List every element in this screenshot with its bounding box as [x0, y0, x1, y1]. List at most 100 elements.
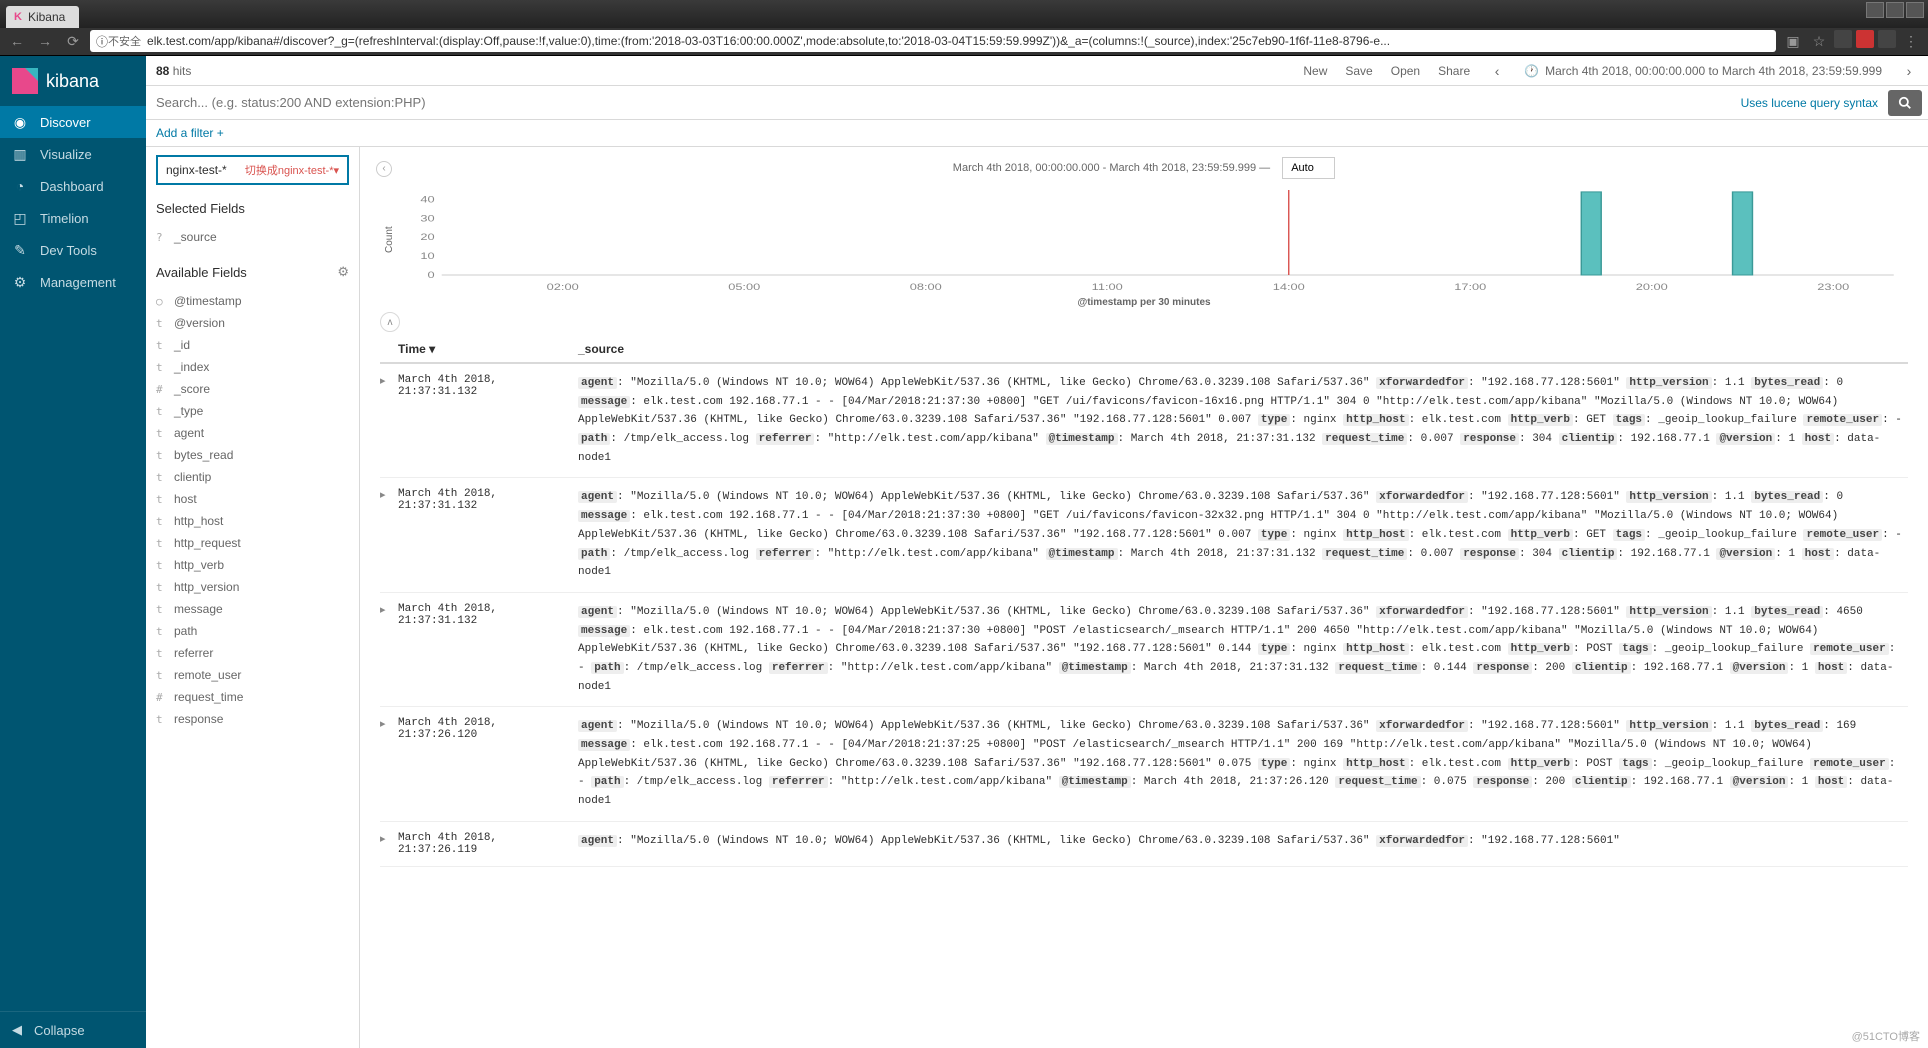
y-axis-label: Count: [380, 185, 399, 295]
col-time-header[interactable]: Time ▾: [398, 342, 578, 356]
col-source-header[interactable]: _source: [578, 342, 1908, 356]
field-_type[interactable]: t_type: [156, 400, 349, 422]
expand-row-icon[interactable]: ▸: [380, 603, 398, 696]
add-filter-button[interactable]: Add a filter +: [156, 126, 224, 140]
bookmark-icon[interactable]: ☆: [1808, 30, 1830, 52]
svg-text:23:00: 23:00: [1817, 283, 1849, 293]
sidebar-item-timelion[interactable]: ◰Timelion: [0, 202, 146, 234]
new-button[interactable]: New: [1303, 64, 1327, 78]
search-button[interactable]: [1888, 90, 1922, 116]
search-icon: [1898, 96, 1912, 110]
svg-text:17:00: 17:00: [1454, 283, 1486, 293]
open-button[interactable]: Open: [1391, 64, 1420, 78]
x-axis-label: @timestamp per 30 minutes: [380, 297, 1908, 308]
chart-time-range: March 4th 2018, 00:00:00.000 - March 4th…: [953, 162, 1270, 174]
field-_source[interactable]: ?_source: [156, 226, 349, 248]
svg-text:14:00: 14:00: [1273, 283, 1305, 293]
tab-favicon: K: [14, 11, 22, 23]
browser-tab[interactable]: K Kibana: [6, 6, 79, 28]
time-picker[interactable]: 🕐 March 4th 2018, 00:00:00.000 to March …: [1524, 64, 1882, 78]
lucene-hint[interactable]: Uses lucene query syntax: [1731, 96, 1888, 110]
field-http_verb[interactable]: thttp_verb: [156, 554, 349, 576]
svg-text:08:00: 08:00: [910, 283, 942, 293]
field-message[interactable]: tmessage: [156, 598, 349, 620]
svg-text:11:00: 11:00: [1092, 283, 1123, 293]
expand-row-icon[interactable]: ▸: [380, 374, 398, 467]
timelion-icon: ◰: [12, 210, 28, 226]
field-http_host[interactable]: thttp_host: [156, 510, 349, 532]
field-response[interactable]: tresponse: [156, 708, 349, 730]
hits-count: 88 hits: [156, 64, 191, 78]
sidebar-item-discover[interactable]: ◉Discover: [0, 106, 146, 138]
svg-text:10: 10: [420, 252, 434, 262]
interval-select[interactable]: Auto: [1282, 157, 1335, 179]
logo-text: kibana: [46, 71, 99, 92]
histogram-chart[interactable]: 01020304002:0005:0008:0011:0014:0017:002…: [399, 185, 1908, 295]
nav-forward-icon[interactable]: →: [34, 30, 56, 52]
search-row: Uses lucene query syntax: [146, 86, 1928, 120]
time-next-icon[interactable]: ›: [1900, 63, 1918, 79]
translate-icon[interactable]: ▣: [1782, 30, 1804, 52]
field-@timestamp[interactable]: ○@timestamp: [156, 290, 349, 312]
sidebar-item-management[interactable]: ⚙Management: [0, 266, 146, 298]
browser-chrome: K Kibana ← → ⟳ ⓘ 不安全 elk.test.com/app/ki…: [0, 0, 1928, 56]
window-controls: [1866, 2, 1924, 18]
field-_id[interactable]: t_id: [156, 334, 349, 356]
field-_index[interactable]: t_index: [156, 356, 349, 378]
sidebar-item-visualize[interactable]: ▥Visualize: [0, 138, 146, 170]
sidebar-item-dashboard[interactable]: ◔Dashboard: [0, 170, 146, 202]
field-panel: nginx-test-* 切换成nginx-test-*▾ ‹ Selected…: [146, 147, 360, 1048]
field-path[interactable]: tpath: [156, 620, 349, 642]
index-pattern-picker[interactable]: nginx-test-* 切换成nginx-test-*▾: [156, 155, 349, 185]
time-prev-icon[interactable]: ‹: [1488, 63, 1506, 79]
field-http_request[interactable]: thttp_request: [156, 532, 349, 554]
collapse-icon: ◀: [12, 1022, 22, 1038]
address-bar: ← → ⟳ ⓘ 不安全 elk.test.com/app/kibana#/dis…: [0, 28, 1928, 56]
ext-icon-1[interactable]: [1834, 30, 1852, 48]
available-fields-heading: Available Fields ⚙: [156, 264, 349, 280]
ext-icon-2[interactable]: [1856, 30, 1874, 48]
nav-back-icon[interactable]: ←: [6, 30, 28, 52]
field-host[interactable]: thost: [156, 488, 349, 510]
visualize-icon: ▥: [12, 146, 28, 162]
field-request_time[interactable]: #request_time: [156, 686, 349, 708]
url-input[interactable]: ⓘ 不安全 elk.test.com/app/kibana#/discover?…: [90, 30, 1776, 52]
sidebar-item-dev-tools[interactable]: ✎Dev Tools: [0, 234, 146, 266]
expand-row-icon[interactable]: ▸: [380, 717, 398, 810]
doc-table: Time ▾ _source ▸ March 4th 2018, 21:37:3…: [360, 336, 1928, 1048]
field-agent[interactable]: tagent: [156, 422, 349, 444]
ext-icon-3[interactable]: [1878, 30, 1896, 48]
field-http_version[interactable]: thttp_version: [156, 576, 349, 598]
expand-row-icon[interactable]: ▸: [380, 832, 398, 856]
field-remote_user[interactable]: tremote_user: [156, 664, 349, 686]
svg-text:02:00: 02:00: [547, 283, 579, 293]
share-button[interactable]: Share: [1438, 64, 1470, 78]
table-row: ▸ March 4th 2018, 21:37:31.132 agent: "M…: [380, 593, 1908, 707]
window-maximize[interactable]: [1886, 2, 1904, 18]
field-referrer[interactable]: treferrer: [156, 642, 349, 664]
field-clientip[interactable]: tclientip: [156, 466, 349, 488]
field-_score[interactable]: #_score: [156, 378, 349, 400]
window-minimize[interactable]: [1866, 2, 1884, 18]
scroll-top-button[interactable]: ʌ: [380, 312, 400, 332]
menu-icon[interactable]: ⋮: [1900, 30, 1922, 52]
save-button[interactable]: Save: [1345, 64, 1372, 78]
nav-reload-icon[interactable]: ⟳: [62, 30, 84, 52]
tab-title: Kibana: [28, 10, 65, 24]
collapse-sidebar[interactable]: ◀ Collapse: [0, 1011, 146, 1048]
clock-icon: 🕐: [1524, 64, 1539, 78]
management-icon: ⚙: [12, 274, 28, 290]
table-row: ▸ March 4th 2018, 21:37:31.132 agent: "M…: [380, 364, 1908, 478]
expand-row-icon[interactable]: ▸: [380, 488, 398, 581]
top-bar: 88 hits New Save Open Share ‹ 🕐 March 4t…: [146, 56, 1928, 86]
table-row: ▸ March 4th 2018, 21:37:26.120 agent: "M…: [380, 707, 1908, 821]
discover-icon: ◉: [12, 114, 28, 130]
logo[interactable]: kibana: [0, 56, 146, 106]
field-@version[interactable]: t@version: [156, 312, 349, 334]
svg-text:20: 20: [420, 233, 434, 243]
search-input[interactable]: [146, 86, 1731, 119]
window-close[interactable]: [1906, 2, 1924, 18]
svg-text:20:00: 20:00: [1636, 283, 1668, 293]
field-bytes_read[interactable]: tbytes_read: [156, 444, 349, 466]
gear-icon[interactable]: ⚙: [337, 264, 349, 280]
